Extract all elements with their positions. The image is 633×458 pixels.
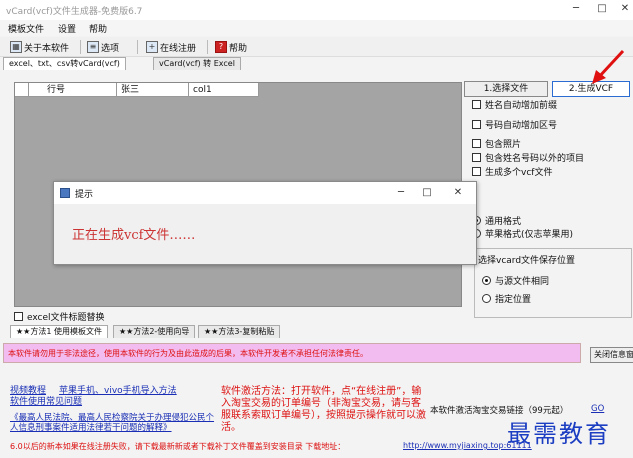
multi-vcf-checkbox[interactable]: 生成多个vcf文件 — [472, 165, 632, 178]
legal-banner-text: 本软件请勿用于非法途径，使用本软件的行为及由此造成的后果，本软件开发者不承担任何… — [8, 349, 368, 358]
progress-dialog: 提示 ─ □ ✕ 正在生成vcf文件…… — [53, 181, 477, 265]
dialog-close-button[interactable]: ✕ — [451, 187, 465, 199]
custom-location-radio[interactable]: 指定位置 — [482, 292, 633, 305]
list-icon: ≡ — [87, 41, 99, 53]
select-file-button[interactable]: 1.选择文件 — [464, 81, 548, 97]
tab-method-3[interactable]: ★★方法3-复制粘贴 — [198, 325, 281, 338]
register-icon: + — [146, 41, 158, 53]
help-button[interactable]: ? 帮助 — [215, 40, 247, 54]
activation-instructions: 软件激活方法：打开软件，点“在线注册”，输入淘宝交易的订单编号（非淘宝交易，请与… — [221, 386, 426, 433]
apple-format-radio[interactable]: 苹果格式(仅志苹果用) — [472, 227, 632, 240]
dialog-maximize-button[interactable]: □ — [420, 187, 434, 199]
excel-header-checkbox[interactable]: excel文件标题替换 — [14, 310, 174, 323]
maximize-button[interactable]: □ — [595, 3, 609, 15]
tab-vcard-to-excel[interactable]: vCard(vcf) 转 Excel — [153, 57, 241, 70]
menu-bar: 模板文件 设置 帮助 — [0, 20, 633, 36]
footer-notice: 6.0以后的新本如果在线注册失败，请下载最新新或者下载补丁文件覆盖到安装目录 下… — [10, 442, 346, 451]
app-icon: ▦ — [10, 41, 22, 53]
extra-fields-checkbox[interactable]: 包含姓名号码以外的项目 — [472, 151, 632, 164]
grid-header: 行号 张三 col1 — [15, 83, 259, 97]
dialog-minimize-button[interactable]: ─ — [394, 187, 408, 199]
area-code-checkbox[interactable]: 号码自动增加区号 — [472, 118, 632, 131]
window-titlebar: vCard(vcf)文件生成器-免费版6.7 ─ □ ✕ — [0, 0, 633, 20]
about-button[interactable]: ▦ 关于本软件 — [10, 40, 69, 54]
red-arrow-icon — [592, 49, 625, 84]
faq-link[interactable]: 软件使用常见问题 — [10, 394, 82, 407]
grid-header-cell: 行号 — [29, 83, 117, 97]
close-info-button[interactable]: 关闭信息窗 — [590, 347, 633, 363]
toolbar: ▦ 关于本软件 ≡ 选项 + 在线注册 ? 帮助 — [0, 37, 633, 57]
tab-excel-to-vcard[interactable]: excel、txt、csv转vCard(vcf) — [3, 57, 126, 70]
dialog-app-icon — [60, 188, 70, 198]
legal-banner: 本软件请勿用于非法途径，使用本软件的行为及由此造成的后果，本软件开发者不承担任何… — [3, 343, 581, 363]
options-button[interactable]: ≡ 选项 — [87, 40, 119, 54]
dialog-message: 正在生成vcf文件…… — [72, 228, 196, 243]
close-button[interactable]: ✕ — [618, 3, 632, 15]
tab-method-1[interactable]: ★★方法1 使用模板文件 — [10, 325, 108, 338]
grid-header-cell: col1 — [189, 83, 259, 97]
menu-template-file[interactable]: 模板文件 — [8, 22, 44, 35]
menu-help[interactable]: 帮助 — [89, 22, 107, 35]
menu-settings[interactable]: 设置 — [58, 22, 76, 35]
prefix-checkbox[interactable]: 姓名自动增加前缀 — [472, 98, 632, 111]
minimize-button[interactable]: ─ — [569, 3, 583, 15]
save-group-title: 选择vcard文件保存位置 — [478, 256, 576, 266]
generic-format-radio[interactable]: 通用格式 — [472, 214, 632, 227]
window-title: vCard(vcf)文件生成器-免费版6.7 — [6, 7, 143, 17]
dialog-titlebar: 提示 ─ □ ✕ — [54, 182, 476, 204]
go-link[interactable]: GO — [591, 404, 604, 414]
register-button[interactable]: + 在线注册 — [146, 40, 196, 54]
tab-method-2[interactable]: ★★方法2-使用向导 — [113, 325, 196, 338]
grid-header-cell: 张三 — [117, 83, 189, 97]
law-link[interactable]: 《最高人民法院、最高人民检察院关于办理侵犯公民个人信息刑事案件适用法律若干问题的… — [10, 413, 220, 433]
same-as-source-radio[interactable]: 与源文件相同 — [482, 274, 633, 287]
watermark-text: 最需教育 — [507, 420, 611, 448]
photo-checkbox[interactable]: 包含照片 — [472, 137, 632, 150]
help-icon: ? — [215, 41, 227, 53]
dialog-title: 提示 — [75, 190, 94, 200]
